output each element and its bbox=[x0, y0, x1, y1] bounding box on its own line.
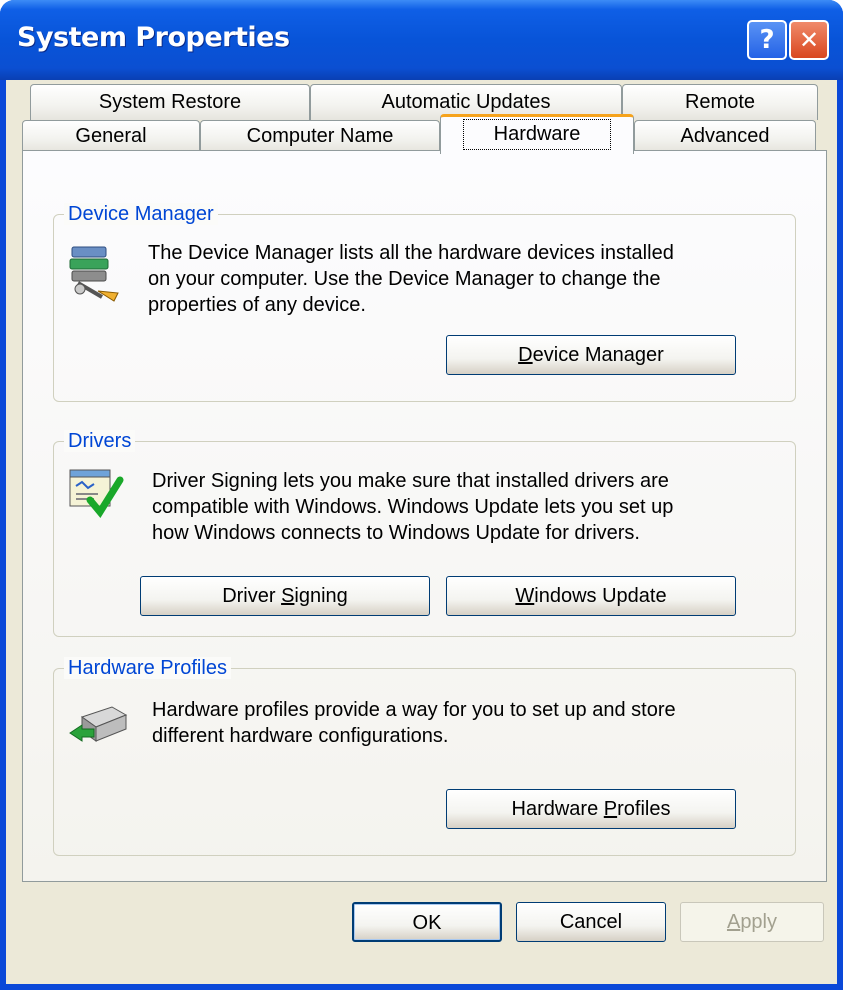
tab-remote[interactable]: Remote bbox=[622, 84, 818, 120]
tab-label: Hardware bbox=[462, 119, 612, 150]
group-label: Hardware Profiles bbox=[64, 657, 231, 679]
tab-advanced[interactable]: Advanced bbox=[634, 120, 816, 151]
hardware-tab-panel: Device Manager The Device Manager lists … bbox=[22, 150, 827, 882]
ok-button[interactable]: OK bbox=[352, 902, 502, 942]
description-line: compatible with Windows. Windows Update … bbox=[152, 496, 674, 518]
windows-update-button[interactable]: Windows Update bbox=[446, 576, 736, 616]
driver-signing-icon bbox=[68, 466, 124, 523]
mnemonic: P bbox=[603, 798, 618, 820]
help-icon: ? bbox=[759, 25, 775, 55]
description-line: how Windows connects to Windows Update f… bbox=[152, 522, 640, 544]
group-label: Device Manager bbox=[64, 203, 218, 225]
tab-label: Remote bbox=[684, 91, 756, 113]
mnemonic: S bbox=[281, 585, 295, 607]
system-properties-window: System Properties ? ✕ System Restore Aut… bbox=[0, 0, 843, 990]
tab-computer-name[interactable]: Computer Name bbox=[200, 120, 440, 151]
tab-label: Computer Name bbox=[246, 125, 394, 147]
hardware-profiles-button[interactable]: Hardware Profiles bbox=[446, 789, 736, 829]
tab-label: Automatic Updates bbox=[381, 91, 551, 113]
tab-label: System Restore bbox=[98, 91, 242, 113]
button-label: OK bbox=[412, 912, 442, 934]
mnemonic: A bbox=[726, 911, 741, 933]
button-label: Hardware bbox=[511, 798, 604, 820]
dialog-client-area: System Restore Automatic Updates Remote … bbox=[6, 80, 837, 984]
mnemonic: W bbox=[515, 585, 535, 607]
driver-signing-button[interactable]: Driver Signing bbox=[140, 576, 430, 616]
close-icon: ✕ bbox=[798, 26, 820, 54]
button-label: pply bbox=[740, 911, 778, 933]
mnemonic: D bbox=[518, 344, 533, 366]
hardware-profiles-group: Hardware Profiles Hardware profiles prov… bbox=[53, 657, 796, 856]
description-line: Driver Signing lets you make sure that i… bbox=[152, 470, 669, 492]
title-bar[interactable]: System Properties ? ✕ bbox=[0, 0, 843, 80]
device-manager-description: The Device Manager lists all the hardwar… bbox=[148, 240, 778, 318]
tab-label: General bbox=[75, 125, 147, 147]
tab-system-restore[interactable]: System Restore bbox=[30, 84, 310, 120]
hardware-profiles-description: Hardware profiles provide a way for you … bbox=[152, 697, 782, 749]
button-label: Driver bbox=[222, 585, 282, 607]
description-line: different hardware configurations. bbox=[152, 725, 449, 747]
button-label: Cancel bbox=[559, 911, 623, 933]
description-line: The Device Manager lists all the hardwar… bbox=[148, 242, 674, 264]
close-button[interactable]: ✕ bbox=[789, 20, 829, 60]
button-label: igning bbox=[294, 585, 348, 607]
tab-general[interactable]: General bbox=[22, 120, 200, 151]
tab-label: Advanced bbox=[680, 125, 770, 147]
description-line: properties of any device. bbox=[148, 294, 366, 316]
hardware-profiles-icon bbox=[68, 699, 128, 754]
button-label: rofiles bbox=[617, 798, 671, 820]
description-line: on your computer. Use the Device Manager… bbox=[148, 268, 661, 290]
drivers-group: Drivers Driver Signing lets you make sur… bbox=[53, 430, 796, 637]
button-label: indows Update bbox=[534, 585, 667, 607]
device-manager-button[interactable]: Device Manager bbox=[446, 335, 736, 375]
drivers-description: Driver Signing lets you make sure that i… bbox=[152, 468, 782, 546]
group-label: Drivers bbox=[64, 430, 136, 452]
apply-button[interactable]: Apply bbox=[680, 902, 824, 942]
button-label: evice Manager bbox=[532, 344, 664, 366]
tab-hardware[interactable]: Hardware bbox=[440, 114, 634, 154]
description-line: Hardware profiles provide a way for you … bbox=[152, 699, 676, 721]
device-manager-icon bbox=[66, 243, 122, 308]
window-title: System Properties bbox=[17, 22, 290, 53]
cancel-button[interactable]: Cancel bbox=[516, 902, 666, 942]
help-button[interactable]: ? bbox=[747, 20, 787, 60]
device-manager-group: Device Manager The Device Manager lists … bbox=[53, 203, 796, 402]
